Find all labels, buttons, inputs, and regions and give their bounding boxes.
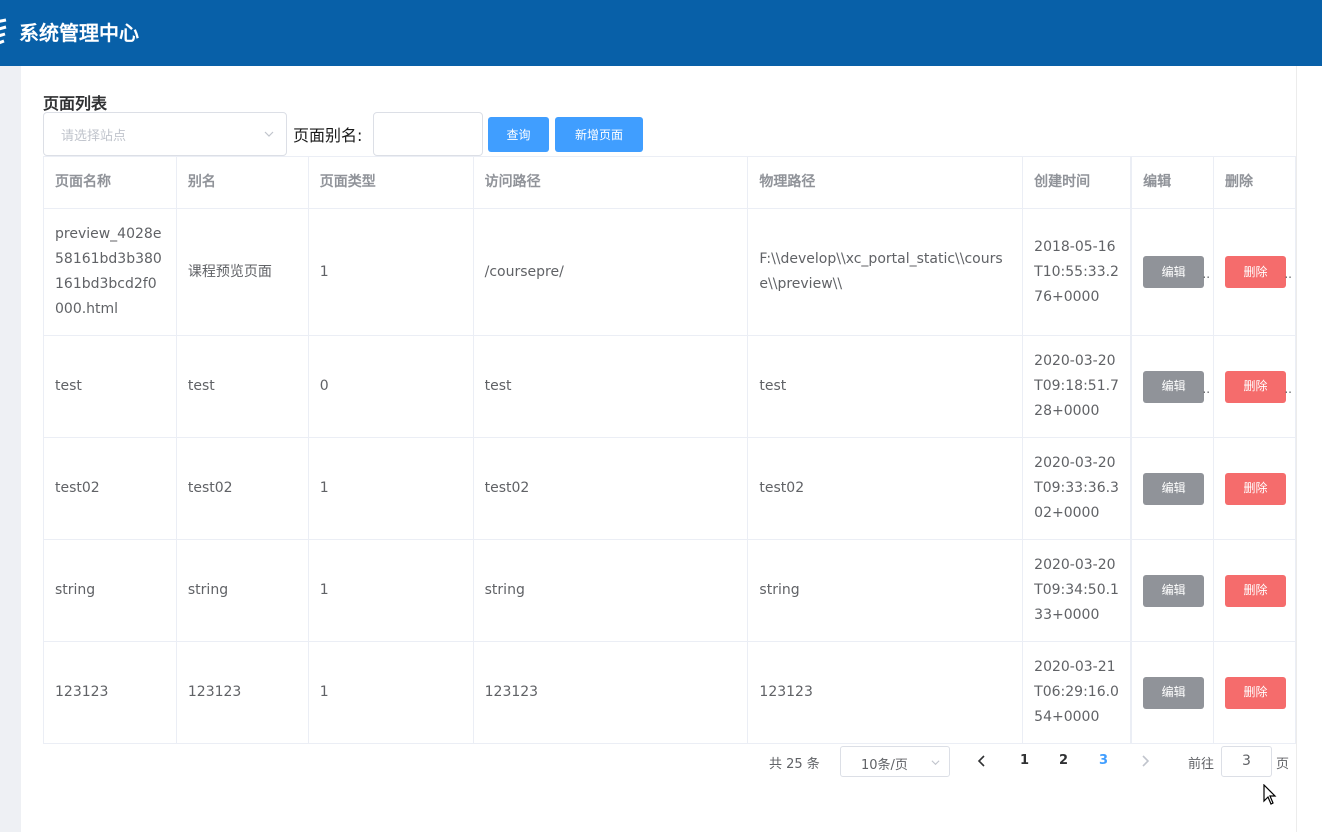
table-row: test test 0 test test 2020-03-20T09:18:5… bbox=[44, 336, 1296, 438]
column-header: 访问路径 bbox=[473, 157, 749, 209]
cell-type: 1 bbox=[308, 209, 474, 336]
column-header: 删除 bbox=[1214, 157, 1296, 209]
cell-name: string bbox=[44, 540, 177, 642]
column-header: 别名 bbox=[176, 157, 309, 209]
cell-web-path: test02 bbox=[473, 438, 749, 540]
cell-delete: 删除 .. bbox=[1214, 209, 1296, 336]
chevron-down-icon bbox=[264, 131, 274, 137]
alias-input[interactable] bbox=[373, 112, 483, 156]
cell-edit: 编辑 .. bbox=[1131, 209, 1215, 336]
page-number-1[interactable]: 1 bbox=[1020, 753, 1029, 768]
column-header: 页面类型 bbox=[308, 157, 474, 209]
cell-alias: 课程预览页面 bbox=[176, 209, 309, 336]
cell-web-path: /coursepre/ bbox=[473, 209, 749, 336]
goto-label: 前往 bbox=[1188, 757, 1215, 772]
cell-delete: 删除 bbox=[1214, 642, 1296, 744]
app-title: 系统管理中心 bbox=[19, 21, 139, 45]
page-number-3[interactable]: 3 bbox=[1099, 753, 1108, 768]
cell-alias: 123123 bbox=[176, 642, 309, 744]
cell-alias: string bbox=[176, 540, 309, 642]
right-gutter bbox=[1296, 66, 1322, 832]
cell-name: test bbox=[44, 336, 177, 438]
chevron-down-icon bbox=[931, 760, 940, 766]
cell-created: 2018-05-16T10:55:33.276+0000 bbox=[1023, 209, 1132, 336]
overflow-ellipsis: .. bbox=[1202, 381, 1211, 396]
add-page-button[interactable]: 新增页面 bbox=[555, 117, 643, 152]
cell-alias: test bbox=[176, 336, 309, 438]
cell-alias: test02 bbox=[176, 438, 309, 540]
cell-name: 123123 bbox=[44, 642, 177, 744]
goto-page-input[interactable]: 3 bbox=[1221, 746, 1272, 777]
cell-type: 0 bbox=[308, 336, 474, 438]
table-row: 123123 123123 1 123123 123123 2020-03-21… bbox=[44, 642, 1296, 744]
page-size-value: 10条/页 bbox=[861, 758, 908, 773]
pagination-total: 共 25 条 bbox=[769, 757, 820, 772]
cell-name: preview_4028e58161bd3b380161bd3bcd2f0000… bbox=[44, 209, 177, 336]
delete-button[interactable]: 删除 bbox=[1225, 676, 1287, 709]
overflow-ellipsis: .. bbox=[1202, 267, 1211, 281]
cell-web-path: test bbox=[473, 336, 749, 438]
cell-edit: 编辑 bbox=[1131, 438, 1215, 540]
cell-physical-path: F:\\develop\\xc_portal_static\\course\\p… bbox=[748, 209, 1024, 336]
cell-created: 2020-03-21T06:29:16.054+0000 bbox=[1023, 642, 1132, 744]
column-header: 编辑 bbox=[1131, 157, 1215, 209]
page-table: 页面名称 别名 页面类型 访问路径 物理路径 创建时间 编辑 删除 previe… bbox=[43, 156, 1296, 744]
app-header: 系统管理中心 bbox=[0, 0, 1322, 66]
cell-created: 2020-03-20T09:18:51.728+0000 bbox=[1023, 336, 1132, 438]
delete-button[interactable]: 删除 bbox=[1225, 370, 1287, 403]
mouse-cursor-icon bbox=[1263, 784, 1277, 805]
cell-delete: 删除 bbox=[1214, 540, 1296, 642]
edit-button[interactable]: 编辑 bbox=[1143, 574, 1205, 607]
cell-type: 1 bbox=[308, 642, 474, 744]
edit-button[interactable]: 编辑 bbox=[1143, 676, 1205, 709]
overflow-ellipsis: .. bbox=[1284, 267, 1292, 281]
cell-physical-path: string bbox=[748, 540, 1024, 642]
page-number-2[interactable]: 2 bbox=[1059, 753, 1068, 768]
logo-icon bbox=[0, 18, 7, 45]
page-size-select[interactable]: 10条/页 bbox=[840, 746, 950, 777]
column-header: 页面名称 bbox=[44, 157, 177, 209]
edit-button[interactable]: 编辑 bbox=[1143, 370, 1205, 403]
overflow-ellipsis: .. bbox=[1284, 381, 1292, 396]
edit-button[interactable]: 编辑 bbox=[1143, 472, 1205, 505]
table-header: 页面名称 别名 页面类型 访问路径 物理路径 创建时间 编辑 删除 bbox=[44, 157, 1296, 209]
table-row: preview_4028e58161bd3b380161bd3bcd2f0000… bbox=[44, 209, 1296, 336]
pagination: 共 25 条 10条/页 1 2 3 前往 3 页 bbox=[21, 746, 1296, 778]
delete-button[interactable]: 删除 bbox=[1225, 472, 1287, 505]
cell-created: 2020-03-20T09:34:50.133+0000 bbox=[1023, 540, 1132, 642]
cell-delete: 删除 bbox=[1214, 438, 1296, 540]
chevron-right-icon[interactable] bbox=[1139, 753, 1151, 769]
cell-created: 2020-03-20T09:33:36.302+0000 bbox=[1023, 438, 1132, 540]
table-row: string string 1 string string 2020-03-20… bbox=[44, 540, 1296, 642]
cell-web-path: string bbox=[473, 540, 749, 642]
column-header: 创建时间 bbox=[1023, 157, 1132, 209]
cell-physical-path: test02 bbox=[748, 438, 1024, 540]
cell-type: 1 bbox=[308, 540, 474, 642]
cell-edit: 编辑 .. bbox=[1131, 336, 1215, 438]
query-button[interactable]: 查询 bbox=[488, 117, 549, 152]
cell-delete: 删除 .. bbox=[1214, 336, 1296, 438]
cell-name: test02 bbox=[44, 438, 177, 540]
cell-physical-path: test bbox=[748, 336, 1024, 438]
page-suffix: 页 bbox=[1276, 757, 1290, 772]
cell-edit: 编辑 bbox=[1131, 642, 1215, 744]
page-title: 页面列表 bbox=[43, 94, 108, 113]
cell-edit: 编辑 bbox=[1131, 540, 1215, 642]
cell-physical-path: 123123 bbox=[748, 642, 1024, 744]
site-select[interactable]: 请选择站点 bbox=[43, 112, 287, 156]
delete-button[interactable]: 删除 bbox=[1225, 256, 1287, 288]
main-content: 页面列表 请选择站点 页面别名: 查询 新增页面 页面名称 别名 页面类型 访问… bbox=[21, 66, 1296, 832]
column-header: 物理路径 bbox=[748, 157, 1024, 209]
sidebar-collapsed bbox=[0, 66, 21, 832]
table-row: test02 test02 1 test02 test02 2020-03-20… bbox=[44, 438, 1296, 540]
delete-button[interactable]: 删除 bbox=[1225, 574, 1287, 607]
cell-type: 1 bbox=[308, 438, 474, 540]
chevron-left-icon[interactable] bbox=[976, 753, 988, 769]
site-select-placeholder: 请选择站点 bbox=[61, 129, 127, 144]
cell-web-path: 123123 bbox=[473, 642, 749, 744]
alias-label: 页面别名: bbox=[293, 126, 363, 145]
edit-button[interactable]: 编辑 bbox=[1143, 256, 1205, 288]
